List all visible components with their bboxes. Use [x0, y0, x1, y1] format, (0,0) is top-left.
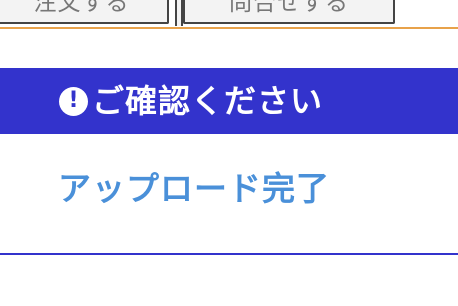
- tab-order-label: 注文する: [33, 0, 130, 16]
- tab-inquiry[interactable]: 問合せする: [183, 0, 395, 24]
- tab-inquiry-label: 問合せする: [229, 0, 349, 16]
- page: 注文する 問合せする ! ご確認ください アップロード完了: [0, 0, 458, 306]
- tab-bar: 注文する 問合せする: [0, 0, 458, 29]
- tab-order[interactable]: 注文する: [0, 0, 169, 24]
- confirm-banner: ! ご確認ください: [0, 68, 458, 134]
- exclamation-circle-icon: !: [59, 86, 88, 116]
- divider: [0, 253, 458, 255]
- tab-divider: [175, 0, 183, 26]
- confirm-title: ご確認ください: [92, 82, 324, 120]
- upload-complete-message: アップロード完了: [58, 169, 330, 208]
